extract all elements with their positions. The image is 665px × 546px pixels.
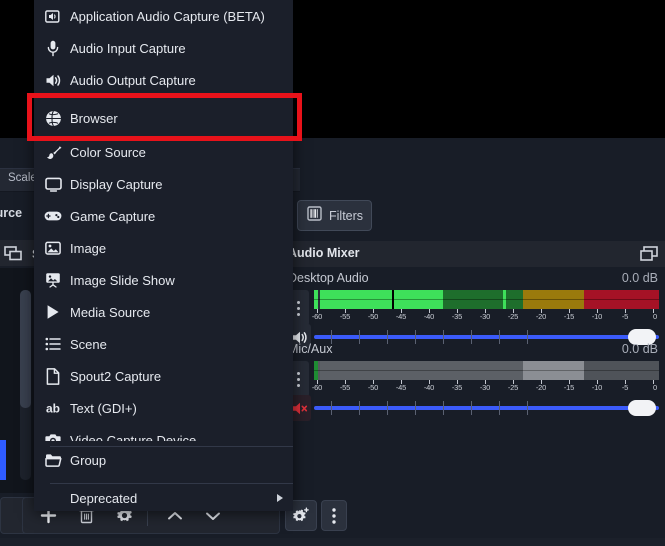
meter-scale: -60 -55 -50 -45 -40 -35 -30 -25 -20 -15 … [314,309,659,323]
tick-label: -30 [480,312,490,321]
menu-item-scene[interactable]: Scene [34,328,293,360]
menu-item-display-capture[interactable]: Display Capture [34,168,293,200]
add-source-menu-lower: Group Deprecated [34,441,293,511]
slideshow-icon [40,264,66,296]
menu-item-audio-input-capture[interactable]: Audio Input Capture [34,32,293,64]
tick-label: -50 [368,312,378,321]
menu-item-label: Display Capture [70,177,163,192]
slider-rail [314,406,659,410]
sources-panel-title: ource [0,206,22,220]
menu-item-label: Image [70,241,106,256]
track-db-value: 0.0 dB [622,342,658,356]
tick-label: -40 [424,383,434,392]
text-ab-icon: ab [40,392,66,424]
filters-button-label: Filters [329,209,363,223]
slider-handle[interactable] [628,400,656,416]
tick-label: -35 [452,312,462,321]
audio-capture-icon [40,0,66,32]
menu-item-audio-output-capture[interactable]: Audio Output Capture [34,64,293,96]
menu-item-label: Application Audio Capture (BETA) [70,9,265,24]
tick-label: -35 [452,383,462,392]
svg-text:ab: ab [46,402,60,416]
menu-item-label: Group [70,453,106,468]
scale-label: Scale [8,172,37,184]
menu-item-label: Media Source [70,305,150,320]
play-icon [40,296,66,328]
tick-label: 0 [653,312,657,321]
tick-label: -45 [396,383,406,392]
volume-slider[interactable] [314,397,659,419]
tick-label: -5 [622,312,628,321]
status-strip [0,538,665,546]
tick-label: -40 [424,312,434,321]
tick-label: -55 [340,312,350,321]
audio-mixer-dock: Audio Mixer Desktop Audio 0.0 dB -60 -55 [283,241,665,493]
scrollbar-thumb[interactable] [20,290,31,408]
tick-label: -20 [536,383,546,392]
track-name: Desktop Audio [288,271,369,285]
tick-label: -15 [564,383,574,392]
filters-icon [307,206,322,226]
menu-item-label: Color Source [70,145,146,160]
monitor-icon [40,168,66,200]
document-icon [40,360,66,392]
menu-item-label: Image Slide Show [70,273,175,288]
tick-label: -10 [592,312,602,321]
popout-icon[interactable] [640,246,658,266]
volume-meter [314,290,659,309]
tick-label: -5 [622,383,628,392]
menu-item-game-capture[interactable]: Game Capture [34,200,293,232]
menu-item-label: Audio Output Capture [70,73,196,88]
volume-slider[interactable] [314,326,659,348]
track-db-value: 0.0 dB [622,271,658,285]
menu-item-text-gdi[interactable]: ab Text (GDI+) [34,392,293,424]
tick-label: -50 [368,383,378,392]
track-name: Mic/Aux [288,342,332,356]
tick-label: -60 [312,383,322,392]
slider-rail [314,335,659,339]
menu-item-spout2-capture[interactable]: Spout2 Capture [34,360,293,392]
menu-item-label: Spout2 Capture [70,369,161,384]
menu-item-label: Scene [70,337,107,352]
microphone-icon [40,32,66,64]
menu-item-label: Text (GDI+) [70,401,137,416]
tick-label: -15 [564,312,574,321]
list-icon [40,328,66,360]
transition-overflow-button[interactable] [321,500,347,531]
menu-item-group[interactable]: Group [34,444,293,476]
popout-icon[interactable] [4,246,22,266]
image-icon [40,232,66,264]
menu-item-label: Deprecated [70,491,137,506]
highlight-annotation [27,93,302,141]
add-source-menu: Application Audio Capture (BETA) Audio I… [34,0,293,511]
folder-icon [40,444,66,476]
menu-item-image[interactable]: Image [34,232,293,264]
meter-scale: -60 -55 -50 -45 -40 -35 -30 -25 -20 -15 … [314,380,659,394]
tick-label: -55 [340,383,350,392]
tick-label: 0 [653,383,657,392]
menu-item-deprecated[interactable]: Deprecated [34,482,293,514]
chevron-right-icon [277,494,283,502]
volume-meter [314,361,659,380]
menu-item-label: Game Capture [70,209,155,224]
tick-label: -20 [536,312,546,321]
audio-mixer-title: Audio Mixer [288,246,360,260]
menu-item-application-audio-capture[interactable]: Application Audio Capture (BETA) [34,0,293,32]
tick-label: -30 [480,383,490,392]
tick-label: -25 [508,383,518,392]
speaker-icon [40,64,66,96]
menu-item-label: Audio Input Capture [70,41,186,56]
tick-label: -45 [396,312,406,321]
filters-button[interactable]: Filters [297,200,372,231]
gamepad-icon [40,200,66,232]
tick-label: -10 [592,383,602,392]
tick-label: -60 [312,312,322,321]
menu-item-image-slide-show[interactable]: Image Slide Show [34,264,293,296]
menu-item-media-source[interactable]: Media Source [34,296,293,328]
selection-indicator [0,440,6,480]
tick-label: -25 [508,312,518,321]
